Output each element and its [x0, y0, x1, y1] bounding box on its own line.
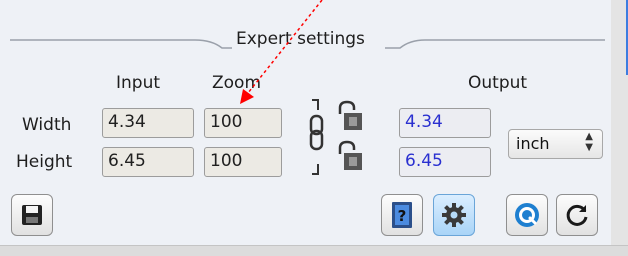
save-icon [22, 205, 42, 225]
save-button[interactable] [11, 194, 53, 236]
svg-text:?: ? [398, 207, 407, 225]
lock-icon[interactable] [334, 140, 364, 174]
help-icon: ? [392, 202, 412, 228]
width-zoom-field[interactable]: 100 [204, 108, 282, 138]
q-icon [515, 203, 539, 227]
input-column-header: Input [116, 73, 161, 93]
bottom-edge [0, 245, 628, 256]
width-label: Width [22, 115, 72, 135]
lock-icon[interactable] [334, 100, 364, 134]
chevron-up-down-icon: ▲ ▼ [585, 131, 593, 153]
height-output-field[interactable]: 6.45 [399, 147, 491, 177]
height-zoom-field[interactable]: 100 [204, 147, 282, 177]
height-label: Height [16, 152, 73, 172]
width-input-field[interactable]: 4.34 [102, 108, 194, 138]
unit-select-value: inch [516, 134, 550, 153]
group-title: Expert settings [236, 29, 365, 49]
settings-button[interactable] [433, 194, 475, 236]
width-output-field[interactable]: 4.34 [399, 108, 491, 138]
refresh-icon [566, 204, 588, 226]
output-column-header: Output [468, 73, 528, 93]
query-button[interactable] [506, 194, 548, 236]
unit-select[interactable]: inch ▲ ▼ [508, 129, 603, 159]
chain-link-icon[interactable] [306, 98, 328, 178]
help-button[interactable]: ? [381, 194, 423, 236]
zoom-column-header: Zoom [212, 73, 262, 93]
height-input-field[interactable]: 6.45 [102, 147, 194, 177]
gear-icon [442, 203, 466, 227]
refresh-button[interactable] [556, 194, 598, 236]
